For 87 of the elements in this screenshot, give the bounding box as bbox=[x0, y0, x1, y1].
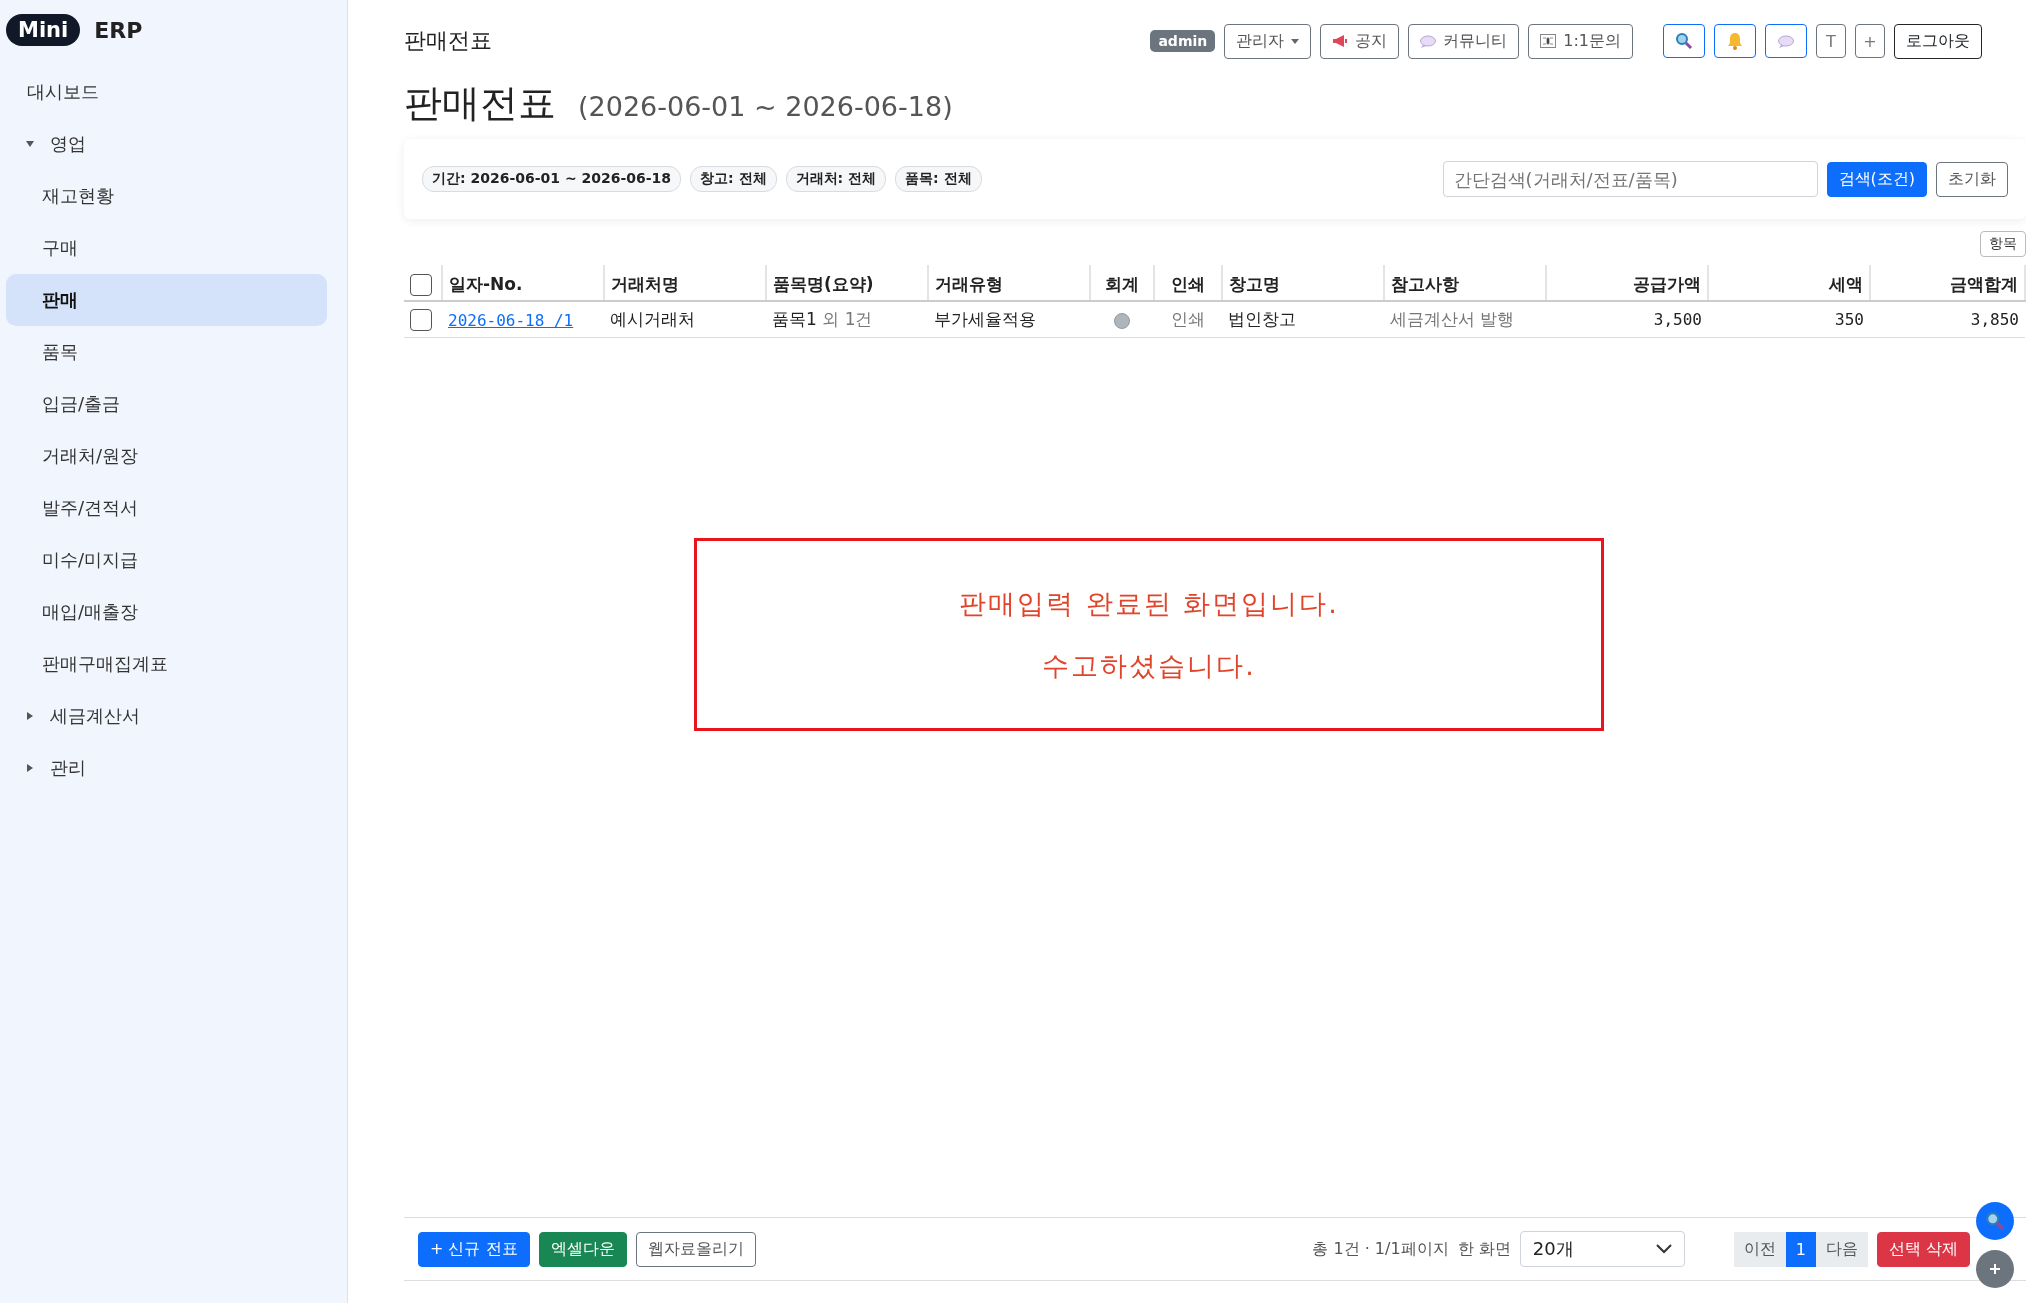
column-header: 품목명(요약) bbox=[766, 265, 928, 301]
sidebar-item[interactable]: 발주/견적서 bbox=[6, 482, 327, 534]
brand-badge: Mini bbox=[6, 14, 81, 46]
sidebar-group[interactable]: 관리 bbox=[50, 756, 86, 780]
column-header: 참고사항 bbox=[1384, 265, 1546, 301]
user-badge: admin bbox=[1150, 30, 1216, 52]
speech-bubble-icon bbox=[1420, 34, 1437, 48]
brand-name: ERP bbox=[94, 17, 143, 43]
table-cell: 3,850 bbox=[1870, 301, 2025, 338]
select-all-checkbox[interactable] bbox=[410, 273, 432, 296]
filter-chip[interactable]: 기간: 2026-06-01 ~ 2026-06-18 bbox=[422, 166, 682, 192]
reset-button[interactable]: 초기화 bbox=[1936, 161, 2008, 197]
sidebar-item[interactable]: 매입/매출장 bbox=[6, 586, 327, 638]
notice-text: 판매입력 완료된 화면입니다. bbox=[959, 586, 1339, 621]
filter-chip[interactable]: 거래처: 전체 bbox=[785, 166, 887, 192]
breadcrumb: 판매전표 bbox=[404, 27, 492, 55]
sidebar-group[interactable]: 영업 bbox=[50, 132, 86, 156]
delete-selected-button[interactable]: 선택 삭제 bbox=[1876, 1231, 1970, 1267]
chat-button[interactable] bbox=[1765, 24, 1807, 58]
speech-bubble-icon bbox=[1778, 34, 1794, 48]
search-icon bbox=[1985, 1211, 2005, 1231]
column-header: 거래유형 bbox=[928, 265, 1090, 301]
column-header: 세액 bbox=[1708, 265, 1870, 301]
table-cell: 부가세율적용 bbox=[928, 301, 1090, 338]
result-summary: 총 1건 · 1/1페이지 bbox=[1312, 1238, 1449, 1260]
plus-icon bbox=[1989, 1263, 2001, 1275]
column-header: 인쇄 bbox=[1154, 265, 1222, 301]
header-button[interactable]: 1:1문의 bbox=[1528, 23, 1633, 59]
sidebar-item[interactable]: 미수/미지급 bbox=[6, 534, 327, 586]
table-cell: 품목1 외 1건 bbox=[772, 309, 873, 329]
print-link[interactable]: 인쇄 bbox=[1171, 309, 1205, 329]
sidebar-item[interactable]: 재고현황 bbox=[6, 170, 327, 222]
column-header: 일자-No. bbox=[442, 265, 604, 301]
page-size-select[interactable]: 20개 bbox=[1519, 1231, 1685, 1267]
toolbar-button[interactable]: T bbox=[1816, 24, 1846, 58]
new-document-button[interactable]: + 신규 전표 bbox=[418, 1231, 530, 1267]
search-field[interactable]: 간단검색(거래처/전표/품목) bbox=[1442, 161, 1818, 197]
caret-icon[interactable] bbox=[26, 712, 34, 720]
document-link[interactable]: 2026-06-18 /1 bbox=[448, 310, 574, 330]
notice-text: 수고하셨습니다. bbox=[1042, 648, 1256, 683]
sidebar-item[interactable]: 구매 bbox=[6, 222, 327, 274]
notification-button[interactable] bbox=[1714, 24, 1756, 58]
column-header: 창고명 bbox=[1222, 265, 1384, 301]
page-title: 판매전표 bbox=[404, 80, 556, 127]
chevron-icon bbox=[1655, 1244, 1672, 1254]
sidebar-item[interactable]: 판매구매집계표 bbox=[6, 638, 327, 690]
next-page-button[interactable]: 다음 bbox=[1815, 1231, 1868, 1267]
columns-button[interactable]: 항목 bbox=[1980, 231, 2026, 257]
sidebar-item[interactable]: 입금/출금 bbox=[6, 378, 327, 430]
sidebar-item[interactable]: 대시보드 bbox=[6, 66, 347, 118]
bell-icon bbox=[1727, 32, 1743, 50]
search-button[interactable] bbox=[1663, 24, 1705, 58]
upload-button[interactable]: 웹자료올리기 bbox=[635, 1231, 756, 1267]
table-cell: 3,500 bbox=[1546, 301, 1708, 338]
sidebar-item[interactable]: 품목 bbox=[6, 326, 327, 378]
date-range: (2026-06-01 ~ 2026-06-18) bbox=[578, 91, 953, 122]
sidebar-group[interactable]: 세금계산서 bbox=[50, 704, 140, 728]
header-button[interactable]: 공지 bbox=[1320, 23, 1400, 59]
column-header: 공급가액 bbox=[1546, 265, 1708, 301]
table-cell: 세금계산서 발행 bbox=[1384, 301, 1546, 338]
sidebar-item[interactable]: 거래처/원장 bbox=[6, 430, 327, 482]
floating-add-button[interactable] bbox=[1976, 1250, 2014, 1288]
page-button[interactable]: 1 bbox=[1785, 1231, 1816, 1267]
sidebar-item[interactable]: 판매 bbox=[6, 274, 327, 326]
caret-icon bbox=[1291, 38, 1300, 44]
column-header: 금액합계 bbox=[1870, 265, 2025, 301]
filter-chip[interactable]: 창고: 전체 bbox=[690, 166, 777, 192]
toolbar-button[interactable]: + bbox=[1855, 24, 1885, 58]
megaphone-icon bbox=[1332, 34, 1349, 48]
previous-page-button[interactable]: 이전 bbox=[1733, 1231, 1786, 1267]
search-icon bbox=[1675, 32, 1693, 50]
floating-search-button[interactable] bbox=[1976, 1202, 2014, 1240]
column-header: 거래처명 bbox=[604, 265, 766, 301]
table-cell: 법인창고 bbox=[1222, 301, 1384, 338]
column-header: 회계 bbox=[1090, 265, 1154, 301]
caret-icon[interactable] bbox=[26, 140, 34, 148]
filter-chip[interactable]: 품목: 전체 bbox=[895, 166, 982, 192]
header-button[interactable]: 커뮤니티 bbox=[1408, 23, 1520, 59]
page-size-label: 한 화면 bbox=[1457, 1238, 1511, 1260]
table-cell: 350 bbox=[1708, 301, 1870, 338]
caret-icon[interactable] bbox=[26, 764, 34, 772]
row-checkbox[interactable] bbox=[410, 308, 432, 331]
logout-button[interactable]: 로그아웃 bbox=[1894, 23, 1982, 59]
excel-download-button[interactable]: 엑셀다운 bbox=[538, 1231, 627, 1267]
table-cell: 예시거래처 bbox=[604, 301, 766, 338]
search-button[interactable]: 검색(조건) bbox=[1826, 161, 1927, 197]
user-menu[interactable]: 관리자 bbox=[1224, 23, 1312, 59]
